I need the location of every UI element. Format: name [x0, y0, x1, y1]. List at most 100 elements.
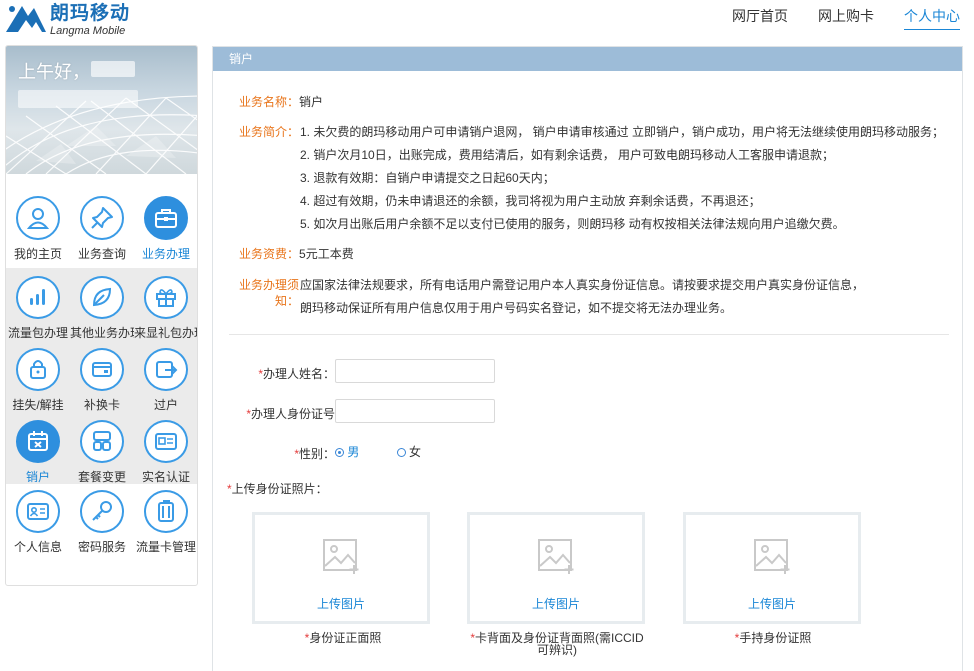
user-icon: [26, 208, 50, 229]
main-tabs: 我的主页 业务查询 业务办理: [6, 174, 197, 268]
briefcase-icon: [155, 209, 177, 228]
greeting-text: 上午好，: [18, 62, 90, 82]
upload-id-front[interactable]: 上传图片: [252, 512, 430, 624]
account-info-redacted: [18, 90, 138, 108]
notice-line-2: 朗玛移动保证所有用户信息仅用于用户号码实名登记，如不提交将无法办理业务。: [300, 301, 733, 315]
signal-bars-icon: [30, 289, 45, 306]
radio-unchecked-icon: [396, 448, 406, 457]
service-real-name[interactable]: 实名认证: [134, 420, 197, 484]
name-field-label: *办理人姓名：: [258, 367, 335, 381]
tab-password-service[interactable]: 密码服务: [70, 490, 134, 554]
service-label: 流量包办理: [7, 325, 68, 340]
service-replace-card[interactable]: 补换卡: [70, 348, 134, 412]
upload-field-label: *上传身份证照片：: [227, 482, 328, 496]
service-plan-change[interactable]: 套餐变更: [70, 420, 134, 484]
nav-buy-card[interactable]: 网上购卡: [818, 6, 874, 30]
transfer-icon: [156, 361, 178, 379]
service-label: 挂失/解挂: [12, 397, 64, 412]
intro-line-2: 2. 销户次月10日，出账完成，费用结清后，如有剩余话费， 用户可致电朗玛移动人…: [300, 148, 835, 162]
section-divider: [229, 334, 949, 335]
image-placeholder-icon: [538, 539, 574, 574]
cancel-account-panel: 销户 业务名称：销户 业务简介： 1. 未欠费的朗玛移动用户可申请销户退网， 销…: [212, 46, 963, 671]
tab-label: 个人信息: [13, 539, 62, 554]
tab-business-query[interactable]: 业务查询: [70, 196, 134, 268]
package-icon: [93, 431, 111, 452]
service-caller-id-gift[interactable]: 来显礼包办理: [134, 276, 197, 340]
service-other[interactable]: 其他业务办理: [70, 276, 134, 340]
logo-mark-icon: [6, 6, 46, 32]
gender-radio-group: 男 女: [335, 443, 421, 460]
id-card-icon: [155, 433, 177, 451]
upload-button-label: 上传图片: [747, 597, 796, 611]
service-cancel-account[interactable]: 销户: [6, 420, 70, 484]
service-label: 实名认证: [141, 469, 190, 484]
intro-line-5: 5. 如次月出账后用户余额不足以支付已使用的服务，则朗玛移 动有权按相关法律法规…: [300, 217, 845, 231]
upload-card-back[interactable]: 上传图片: [467, 512, 645, 624]
fee-row: 业务资费：5元工本费: [239, 247, 354, 261]
upload-holding-id[interactable]: 上传图片: [683, 512, 861, 624]
fee-label: 业务资费：: [239, 247, 300, 261]
service-row-2: 挂失/解挂 补换卡 过户: [6, 340, 197, 412]
image-placeholder-icon: [323, 539, 359, 574]
business-name-label: 业务名称：: [239, 95, 300, 109]
service-data-package[interactable]: 流量包办理: [6, 276, 70, 340]
tab-label: 业务查询: [77, 247, 126, 261]
agent-name-input[interactable]: [335, 359, 495, 383]
sim-cards-icon: [158, 500, 174, 523]
id-field-label: *办理人身份证号: [246, 407, 335, 421]
service-report-loss[interactable]: 挂失/解挂: [6, 348, 70, 412]
brand-name-en: Langma Mobile: [50, 25, 126, 37]
upload-button-label: 上传图片: [316, 597, 365, 611]
service-label: 套餐变更: [77, 469, 126, 484]
intro-line-4: 4. 超过有效期，仍未申请退还的余额，我司将视为用户主动放 弃剩余话费，不再退还…: [300, 194, 761, 208]
upload-caption-holding: *手持身份证照: [734, 631, 812, 645]
brand-name-cn: 朗玛移动: [50, 3, 131, 24]
tab-data-card-manage[interactable]: 流量卡管理: [134, 490, 197, 554]
greeting-banner: 上午好，: [6, 46, 197, 174]
key-icon: [92, 501, 112, 522]
sidebar: 上午好， 我的主页 业务查询 业务办理 流量包办理 其他业务办理 来显礼包: [5, 45, 198, 586]
calendar-x-icon: [28, 431, 48, 452]
fee-value: 5元工本费: [299, 247, 354, 261]
pin-icon: [91, 207, 113, 229]
image-placeholder-icon: [754, 539, 790, 574]
nav-home[interactable]: 网厅首页: [732, 6, 788, 30]
brand-logo[interactable]: 朗玛移动 Langma Mobile: [4, 2, 144, 37]
business-name-value: 销户: [299, 95, 324, 109]
agent-id-input[interactable]: [335, 399, 495, 423]
service-label: 过户: [153, 397, 178, 412]
service-row-1: 流量包办理 其他业务办理 来显礼包办理: [6, 268, 197, 340]
panel-title: 销户: [213, 47, 962, 71]
lock-icon: [30, 360, 46, 380]
business-name-row: 业务名称：销户: [239, 95, 323, 109]
service-label: 来显礼包办理: [134, 325, 197, 340]
service-label: 销户: [25, 469, 50, 484]
tab-business-handle[interactable]: 业务办理: [134, 196, 197, 268]
upload-caption-back: *卡背面及身份证背面照(需ICCID可辨识): [470, 631, 644, 657]
service-transfer[interactable]: 过户: [134, 348, 197, 412]
service-label: 其他业务办理: [70, 325, 134, 340]
username-redacted: [91, 61, 135, 77]
business-intro-label: 业务简介：: [239, 125, 300, 139]
tab-label: 我的主页: [13, 247, 62, 261]
tab-label: 密码服务: [77, 539, 126, 554]
profile-card-icon: [27, 503, 49, 521]
gender-female-radio[interactable]: 女: [396, 445, 421, 459]
service-label: 补换卡: [83, 397, 120, 412]
bottom-tabs: 个人信息 密码服务 流量卡管理: [6, 484, 197, 554]
notice-line-1: 应国家法律法规要求，所有电话用户需登记用户本人真实身份证信息。请按要求提交用户真…: [300, 278, 865, 292]
tab-my-home[interactable]: 我的主页: [6, 196, 70, 268]
service-row-3: 销户 套餐变更 实名认证: [6, 412, 197, 484]
card-icon: [92, 362, 112, 378]
gender-male-radio[interactable]: 男: [335, 445, 359, 459]
leaf-icon: [92, 288, 112, 307]
upload-button-label: 上传图片: [531, 597, 580, 611]
notice-label-1: 业务办理须: [239, 278, 300, 292]
top-nav: 网厅首页 网上购卡 个人中心: [732, 6, 960, 30]
gender-field-label: *性别：: [294, 447, 335, 461]
intro-line-1: 1. 未欠费的朗玛移动用户可申请销户退网， 销户申请审核通过 立即销户，销户成功…: [300, 125, 945, 139]
header: 朗玛移动 Langma Mobile 网厅首页 网上购卡 个人中心: [0, 0, 974, 40]
nav-personal-center[interactable]: 个人中心: [904, 6, 960, 30]
notice-label-2: 知：: [275, 294, 300, 308]
tab-personal-info[interactable]: 个人信息: [6, 490, 70, 554]
